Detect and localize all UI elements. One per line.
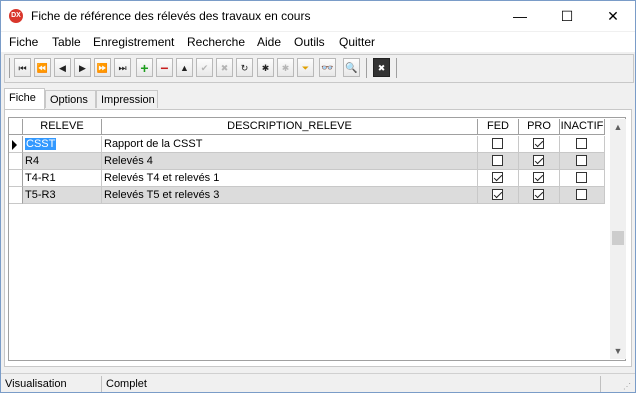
cancel-edit-button[interactable]: ✖ [216,58,233,77]
last-record-button[interactable]: ⏭ [114,58,131,77]
close-form-button[interactable]: ✖ [373,58,390,77]
tab-fiche[interactable]: Fiche [4,88,45,109]
checkbox-inactif[interactable] [576,172,587,183]
cell-inactif[interactable] [560,136,605,153]
cell-fed[interactable] [478,153,519,170]
menu-enregistrement[interactable]: Enregistrement [93,35,174,49]
cell-releve[interactable]: R4 [23,153,102,170]
column-header-releve[interactable]: RELEVE [23,119,102,135]
cell-description[interactable]: Relevés T5 et relevés 3 [102,187,478,204]
checkbox-pro[interactable] [533,155,544,166]
row-indicator-cell [9,170,23,187]
checkbox-pro[interactable] [533,172,544,183]
add-record-button[interactable]: + [136,58,153,77]
cell-pro[interactable] [519,187,560,204]
toolbar: ⏮ ⏪ ◀ ▶ ⏩ ⏭ + − ▲ ✔ ✖ ↻ ✱ ✱ ⏷ 👓 🔍 ✖ [4,54,634,83]
table-row[interactable]: T4-R1 Relevés T4 et relevés 1 [9,170,605,187]
checkbox-inactif[interactable] [576,189,587,200]
scroll-down-arrow-icon[interactable]: ▼ [610,343,626,359]
status-mode: Visualisation [1,376,102,392]
row-indicator-cell [9,187,23,204]
app-window: DX Fiche de référence des rélevés des tr… [0,0,636,393]
row-indicator-cell [9,153,23,170]
indicator-header [9,119,23,135]
app-icon: DX [9,9,23,23]
data-grid: RELEVE DESCRIPTION_RELEVE FED PRO INACTI… [8,117,626,361]
filter-funnel-button[interactable]: ⏷ [297,58,314,77]
toolbar-separator [366,58,367,78]
table-row[interactable]: CSST Rapport de la CSST [9,136,605,153]
checkbox-pro[interactable] [533,189,544,200]
prev-page-button[interactable]: ⏪ [34,58,51,77]
status-state: Complet [102,376,601,392]
next-page-button[interactable]: ⏩ [94,58,111,77]
checkbox-fed[interactable] [492,172,503,183]
status-bar: Visualisation Complet ⋰ [1,373,635,392]
menu-bar: Fiche Table Enregistrement Recherche Aid… [1,32,635,52]
checkbox-pro[interactable] [533,138,544,149]
cell-releve[interactable]: CSST [23,136,102,153]
cell-releve[interactable]: T5-R3 [23,187,102,204]
cell-description[interactable]: Relevés 4 [102,153,478,170]
post-edit-button[interactable]: ✔ [196,58,213,77]
menu-quitter[interactable]: Quitter [339,35,375,49]
checkbox-fed[interactable] [492,189,503,200]
delete-record-button[interactable]: − [156,58,173,77]
checkbox-fed[interactable] [492,138,503,149]
menu-outils[interactable]: Outils [294,35,325,49]
cell-inactif[interactable] [560,153,605,170]
binoculars-button[interactable]: 👓 [319,58,336,77]
minimize-button[interactable]: — [497,1,543,31]
cell-pro[interactable] [519,153,560,170]
refresh-button[interactable]: ↻ [236,58,253,77]
cell-pro[interactable] [519,136,560,153]
table-row[interactable]: T5-R3 Relevés T5 et relevés 3 [9,187,605,204]
cell-description[interactable]: Rapport de la CSST [102,136,478,153]
menu-aide[interactable]: Aide [257,35,281,49]
column-header-pro[interactable]: PRO [519,119,560,135]
cell-fed[interactable] [478,187,519,204]
menu-recherche[interactable]: Recherche [187,35,245,49]
scroll-up-arrow-icon[interactable]: ▲ [610,119,626,135]
resize-grip-icon[interactable]: ⋰ [623,382,633,392]
menu-table[interactable]: Table [52,35,81,49]
tab-options[interactable]: Options [45,90,96,108]
table-row[interactable]: R4 Relevés 4 [9,153,605,170]
filter-clear-button[interactable]: ✱ [277,58,294,77]
title-bar: DX Fiche de référence des rélevés des tr… [1,1,635,31]
cell-description[interactable]: Relevés T4 et relevés 1 [102,170,478,187]
window-title: Fiche de référence des rélevés des trava… [31,9,311,23]
prev-record-button[interactable]: ◀ [54,58,71,77]
search-button[interactable]: 🔍 [343,58,360,77]
cell-fed[interactable] [478,136,519,153]
edit-record-button[interactable]: ▲ [176,58,193,77]
checkbox-inactif[interactable] [576,138,587,149]
next-record-button[interactable]: ▶ [74,58,91,77]
filter-star-button[interactable]: ✱ [257,58,274,77]
close-window-button[interactable]: ✕ [590,1,635,31]
tab-impression[interactable]: Impression [96,90,158,108]
cell-inactif[interactable] [560,170,605,187]
checkbox-fed[interactable] [492,155,503,166]
scroll-thumb[interactable] [612,231,624,245]
cell-releve-text: CSST [25,138,57,150]
row-indicator-cell [9,136,23,153]
column-header-fed[interactable]: FED [478,119,519,135]
maximize-button[interactable]: ☐ [544,1,590,31]
cell-releve[interactable]: T4-R1 [23,170,102,187]
toolbar-separator [396,58,397,78]
current-row-arrow-icon [12,140,17,150]
cell-pro[interactable] [519,170,560,187]
checkbox-inactif[interactable] [576,155,587,166]
vertical-scrollbar[interactable]: ▲ ▼ [610,119,626,359]
menu-fiche[interactable]: Fiche [9,35,38,49]
cell-inactif[interactable] [560,187,605,204]
column-header-description[interactable]: DESCRIPTION_RELEVE [102,119,478,135]
cell-fed[interactable] [478,170,519,187]
first-record-button[interactable]: ⏮ [14,58,31,77]
toolbar-separator [9,58,10,78]
column-header-inactif[interactable]: INACTIF [560,119,605,135]
